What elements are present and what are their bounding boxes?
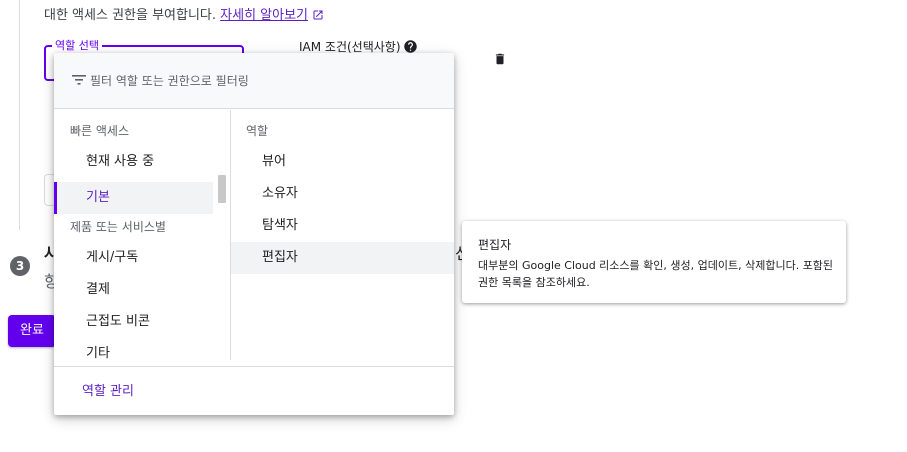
role-list: 역할 뷰어 소유자 탐색자 편집자 (231, 110, 454, 360)
filter-bar (54, 53, 454, 109)
category-item-pubsub[interactable]: 게시/구독 (54, 242, 213, 274)
role-item-browser[interactable]: 탐색자 (231, 210, 454, 242)
external-link-icon (313, 10, 323, 20)
category-scrollbar[interactable] (218, 175, 226, 203)
category-item-other[interactable]: 기타 (54, 338, 213, 360)
role-item-editor[interactable]: 편집자 (231, 242, 454, 274)
step-number-badge: 3 (10, 256, 30, 276)
category-item-basic[interactable]: 기본 (54, 182, 213, 214)
step-connector-line (19, 0, 20, 230)
filter-input[interactable] (90, 69, 430, 93)
help-circle-icon[interactable] (403, 39, 418, 54)
category-item-in-use[interactable]: 현재 사용 중 (54, 146, 213, 178)
role-select-label: 역할 선택 (52, 37, 102, 53)
manage-roles-link[interactable]: 역할 관리 (82, 380, 134, 399)
learn-more-link[interactable]: 자세히 알아보기 (220, 8, 324, 23)
role-item-viewer[interactable]: 뷰어 (231, 146, 454, 178)
section-heading-by-product: 제품 또는 서비스별 (70, 220, 166, 234)
filter-icon (72, 75, 86, 85)
footer-divider (54, 366, 454, 367)
step-subtitle-fragment: 항 (44, 272, 54, 291)
section-heading-quick-access: 빠른 액세스 (70, 124, 130, 138)
trash-icon[interactable] (493, 51, 507, 67)
step-text-fragment: 선 (455, 240, 462, 264)
permission-description: 대한 액세스 권한을 부여합니다. 자세히 알아보기 (44, 4, 324, 23)
role-description-tooltip: 편집자 대부분의 Google Cloud 리소스를 확인, 생성, 업데이트,… (462, 221, 846, 303)
category-item-billing[interactable]: 결제 (54, 274, 213, 306)
tooltip-title: 편집자 (478, 238, 512, 252)
tooltip-description: 대부분의 Google Cloud 리소스를 확인, 생성, 업데이트, 삭제합… (478, 259, 834, 289)
category-item-proximity-beacon[interactable]: 근접도 비콘 (54, 306, 213, 338)
done-button[interactable]: 완료 (8, 315, 56, 347)
roles-heading: 역할 (246, 124, 269, 138)
step-title-fragment: 사 (44, 244, 54, 263)
category-list: 빠른 액세스 현재 사용 중 기본 제품 또는 서비스별 게시/구독 결제 근접… (54, 110, 230, 360)
role-item-owner[interactable]: 소유자 (231, 178, 454, 210)
description-text: 대한 액세스 권한을 부여합니다. (44, 8, 217, 23)
role-dropdown-panel: 빠른 액세스 현재 사용 중 기본 제품 또는 서비스별 게시/구독 결제 근접… (54, 53, 454, 415)
